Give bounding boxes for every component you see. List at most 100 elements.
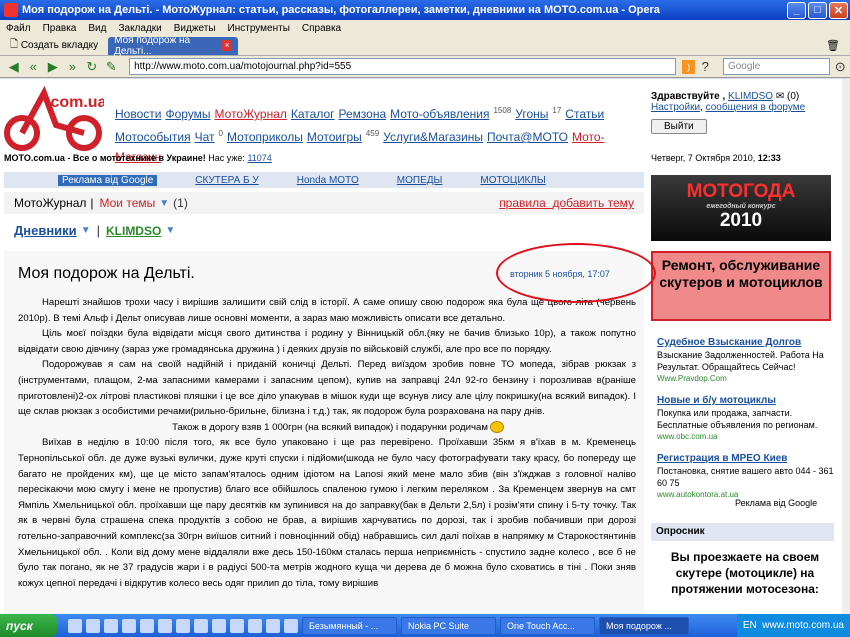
- nav-link[interactable]: Чат: [195, 130, 215, 144]
- fast-forward-icon[interactable]: »: [63, 58, 83, 76]
- quick-launch-icon[interactable]: [248, 618, 262, 633]
- quick-launch-icon[interactable]: [86, 618, 100, 633]
- smiley-icon: [489, 421, 504, 434]
- nav-link[interactable]: Мотоигры: [307, 130, 362, 144]
- close-button[interactable]: ✕: [829, 1, 848, 19]
- nav-count-badge: 17: [552, 106, 562, 115]
- google-ads-label: Реклама від Google: [58, 174, 158, 186]
- quick-launch-icon[interactable]: [122, 618, 136, 633]
- ad-item[interactable]: Новые и б/у мотоциклы Покупка или продаж…: [657, 395, 837, 443]
- username-link[interactable]: KLIMDSO: [728, 91, 773, 102]
- quick-launch-icon[interactable]: [104, 618, 118, 633]
- task-nokia[interactable]: Nokia PC Suite: [401, 616, 496, 635]
- my-topics-link[interactable]: Мои темы: [100, 196, 156, 210]
- quick-launch-icon[interactable]: [158, 618, 172, 633]
- close-tab-icon[interactable]: ×: [221, 40, 233, 51]
- journal-link[interactable]: МотоЖурнал: [14, 196, 86, 210]
- rules-link[interactable]: правила: [499, 196, 546, 210]
- quick-launch-icon[interactable]: [176, 618, 190, 633]
- minimize-button[interactable]: _: [787, 1, 806, 19]
- zoom-icon[interactable]: ⊙: [830, 58, 850, 76]
- article-paragraph: Також в дорогу взяв 1 000грн (на всякий …: [18, 420, 636, 436]
- task-onetouch[interactable]: One Touch Acc...: [500, 616, 595, 635]
- svg-text:.com.ua: .com.ua: [46, 94, 104, 111]
- new-tab-icon: 🗋: [10, 39, 21, 50]
- rss-icon[interactable]: ): [681, 59, 696, 74]
- ad-link-scooters[interactable]: СКУТЕРА Б У: [195, 175, 258, 186]
- menu-edit[interactable]: Правка: [37, 23, 83, 34]
- settings-link[interactable]: Настройки: [651, 102, 700, 113]
- menu-tools[interactable]: Инструменты: [222, 23, 296, 34]
- menu-bookmarks[interactable]: Закладки: [112, 23, 167, 34]
- maximize-button[interactable]: □: [808, 1, 827, 19]
- search-input[interactable]: Google: [722, 58, 831, 75]
- quick-launch-icon[interactable]: [68, 618, 82, 633]
- system-tray: EN www.moto.com.ua: [736, 614, 850, 637]
- quick-launch-icon[interactable]: [212, 618, 226, 633]
- mail-icon[interactable]: ✉: [776, 91, 784, 102]
- forward-icon[interactable]: ▶: [43, 58, 63, 76]
- back-icon[interactable]: ◀: [4, 58, 24, 76]
- article-body: Нарешті знайшов трохи часу і вирішив зал…: [18, 295, 636, 591]
- ad-link-mopeds[interactable]: МОПЕДЫ: [397, 175, 443, 186]
- rewind-icon[interactable]: «: [24, 58, 44, 76]
- nav-link[interactable]: Форумы: [165, 107, 210, 121]
- diary-user-link[interactable]: KLIMDSO: [106, 224, 161, 238]
- quick-launch-icon[interactable]: [284, 618, 298, 633]
- task-paint[interactable]: Безымянный - ...: [302, 616, 397, 635]
- nav-link[interactable]: Мото-объявления: [390, 107, 489, 121]
- chevron-down-icon[interactable]: ▼: [81, 225, 91, 236]
- chevron-down-icon[interactable]: ▼: [159, 198, 169, 209]
- forum-messages-link[interactable]: сообщения в форуме: [706, 102, 806, 113]
- help-icon[interactable]: ?: [695, 58, 715, 76]
- article-paragraph: Виїхав в неділю в 10:00 після того, як в…: [18, 437, 636, 589]
- tab-active[interactable]: Моя подорож на Дельті... ×: [108, 35, 239, 57]
- trash-icon[interactable]: 🗑: [826, 39, 840, 52]
- ad-item[interactable]: Судебное Взыскание Долгов Взыскание Задо…: [657, 337, 837, 385]
- add-topic-link[interactable]: добавить тему: [552, 196, 634, 210]
- reload-icon[interactable]: ↻: [82, 58, 102, 76]
- ad-item[interactable]: Регистрация в МРЕО Киев Постановка, снят…: [657, 453, 837, 501]
- moto-logo: .com.ua: [4, 85, 104, 151]
- exit-button[interactable]: Выйти: [651, 119, 707, 134]
- new-tab-button[interactable]: 🗋 Создать вкладку: [4, 37, 104, 55]
- task-opera[interactable]: Моя подорож ...: [599, 616, 689, 635]
- nav-link[interactable]: Мотособытия: [115, 130, 191, 144]
- chevron-down-icon[interactable]: ▼: [165, 225, 175, 236]
- nav-link[interactable]: Новости: [115, 107, 161, 121]
- nav-link[interactable]: Статьи: [565, 107, 604, 121]
- quick-launch-icon[interactable]: [140, 618, 154, 633]
- diaries-link[interactable]: Дневники: [14, 223, 77, 238]
- motogoda-banner[interactable]: МОТОГОДА ежегодный конкурс 2010: [651, 175, 831, 241]
- windows-taskbar: пуск Безымянный - ... Nokia PC Suite One…: [0, 614, 850, 637]
- nav-count-badge: 1508: [493, 106, 512, 115]
- article-title: Моя подорож на Дельті.: [18, 265, 195, 282]
- start-button[interactable]: пуск: [0, 614, 58, 637]
- journal-bar: МотоЖурнал | Мои темы ▼ (1) правила доба…: [4, 192, 644, 214]
- quick-launch-icon[interactable]: [194, 618, 208, 633]
- menu-file[interactable]: Файл: [0, 23, 37, 34]
- site-slogan: MOTO.com.ua - Все о мототехнике в Украин…: [4, 153, 272, 163]
- menu-view[interactable]: Вид: [82, 23, 112, 34]
- diary-bar: Дневники ▼ | KLIMDSO ▼: [14, 223, 176, 238]
- user-count-link[interactable]: 11074: [247, 153, 271, 163]
- menu-help[interactable]: Справка: [296, 23, 347, 34]
- quick-launch-icon[interactable]: [230, 618, 244, 633]
- nav-link[interactable]: Ремзона: [339, 107, 387, 121]
- nav-count-badge: 0: [218, 129, 223, 138]
- ad-link-motorcycles[interactable]: МОТОЦИКЛЫ: [480, 175, 545, 186]
- url-input[interactable]: http://www.moto.com.ua/motojournal.php?i…: [129, 58, 676, 75]
- nav-link[interactable]: Почта@МОТО: [487, 130, 568, 144]
- vertical-scrollbar[interactable]: [842, 79, 850, 614]
- menu-widgets[interactable]: Виджеты: [168, 23, 222, 34]
- nav-link[interactable]: Каталог: [291, 107, 335, 121]
- nav-link[interactable]: Угоны: [515, 107, 548, 121]
- ads-by-google[interactable]: Реклама від Google: [735, 498, 817, 508]
- edit-icon[interactable]: ✎: [102, 58, 122, 76]
- nav-link[interactable]: МотоЖурнал: [215, 107, 287, 121]
- nav-link[interactable]: Мотоприколы: [227, 130, 303, 144]
- repair-banner[interactable]: Ремонт, обслуживание скутеров и мотоцикл…: [651, 251, 831, 321]
- ad-link-honda[interactable]: Honda MOTO: [297, 175, 359, 186]
- quick-launch-icon[interactable]: [266, 618, 280, 633]
- nav-link[interactable]: Услуги&Магазины: [383, 130, 483, 144]
